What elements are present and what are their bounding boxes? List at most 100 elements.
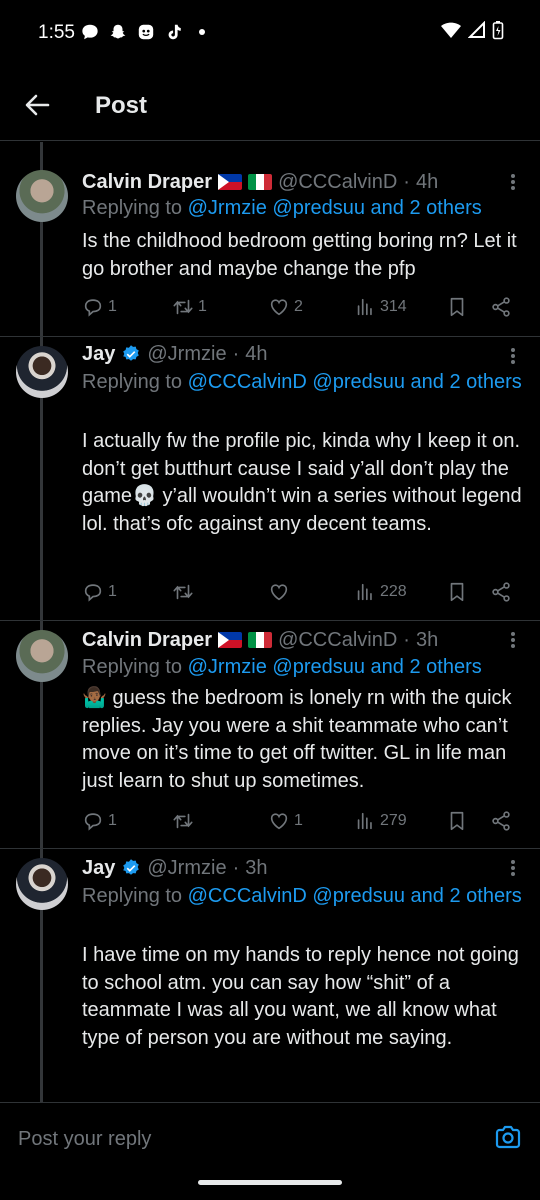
reply-icon — [84, 813, 102, 831]
flag-philippines-icon — [218, 174, 243, 190]
replying-to: Replying to @CCCalvinD @predsuu and 2 ot… — [82, 369, 522, 396]
views-icon — [357, 583, 372, 601]
status-bar: 1:55 — [0, 0, 540, 60]
views-button[interactable]: 228 — [354, 579, 407, 605]
bookmark-button[interactable] — [446, 808, 468, 834]
reply-button[interactable]: 1 — [82, 294, 117, 320]
view-count: 228 — [380, 583, 407, 600]
like-button[interactable]: 1 — [268, 808, 303, 834]
reply-count: 1 — [108, 812, 117, 829]
tweet-time[interactable]: 3h — [416, 628, 438, 652]
separator-dot: · — [403, 629, 410, 651]
tweet-time[interactable]: 4h — [416, 170, 438, 194]
bookmark-button[interactable] — [446, 579, 468, 605]
heart-icon — [270, 299, 288, 316]
mention-others-link[interactable]: and 2 others — [411, 371, 522, 393]
replying-to: Replying to @Jrmzie @predsuu and 2 other… — [82, 654, 522, 681]
repost-button[interactable]: 1 — [172, 294, 207, 320]
share-icon — [492, 811, 510, 831]
reply-tweet[interactable]: Calvin Draper @CCCalvinD · 3h Replying t… — [0, 620, 540, 849]
like-count: 1 — [294, 812, 303, 829]
view-count: 314 — [380, 298, 407, 315]
status-time: 1:55 — [38, 22, 75, 43]
repost-button[interactable] — [172, 579, 198, 605]
reply-icon — [84, 584, 102, 602]
author-row: Jay @Jrmzie · 3h — [82, 856, 268, 880]
reply-tweet[interactable]: Jay @Jrmzie · 4h Replying to @CCCalvinD … — [0, 336, 540, 621]
home-gesture-bar[interactable] — [198, 1180, 342, 1185]
bookmark-button[interactable] — [446, 294, 468, 320]
replying-to-label: Replying to — [82, 885, 183, 907]
reply-button[interactable]: 1 — [82, 579, 117, 605]
mention-others-link[interactable]: and 2 others — [411, 885, 522, 907]
separator-dot: · — [403, 171, 410, 193]
mention-link[interactable]: @CCCalvinD — [188, 885, 307, 907]
bookmark-icon — [450, 582, 464, 602]
author-name[interactable]: Jay — [82, 856, 115, 880]
author-handle[interactable]: @CCCalvinD — [278, 628, 397, 652]
more-options-icon[interactable] — [508, 172, 518, 192]
author-row: Calvin Draper @CCCalvinD · 3h — [82, 628, 438, 652]
mention-link[interactable]: @CCCalvinD — [188, 371, 307, 393]
replying-to-label: Replying to — [82, 197, 183, 219]
avatar[interactable] — [16, 630, 68, 682]
mention-link[interactable]: @predsuu — [272, 656, 365, 678]
repost-count: 1 — [198, 298, 207, 315]
mention-link[interactable]: @predsuu — [272, 197, 365, 219]
view-count: 279 — [380, 812, 407, 829]
replying-to: Replying to @Jrmzie @predsuu and 2 other… — [82, 195, 522, 222]
separator-dot: · — [232, 857, 240, 879]
author-row: Jay @Jrmzie · 4h — [82, 342, 268, 366]
camera-icon[interactable] — [494, 1123, 522, 1151]
mention-link[interactable]: @Jrmzie — [188, 197, 267, 219]
flag-philippines-icon — [218, 632, 243, 648]
tweet-actions: 1 228 — [82, 579, 522, 605]
back-arrow-icon[interactable] — [22, 90, 52, 120]
bookmark-icon — [450, 297, 464, 317]
tweet-time[interactable]: 4h — [245, 342, 267, 366]
reply-input[interactable] — [16, 1123, 420, 1155]
more-options-icon[interactable] — [508, 858, 518, 878]
repost-button[interactable] — [172, 808, 198, 834]
avatar[interactable] — [16, 170, 68, 222]
reply-tweet[interactable]: Jay @Jrmzie · 3h Replying to @CCCalvinD … — [0, 848, 540, 1102]
more-options-icon[interactable] — [508, 630, 518, 650]
mention-link[interactable]: @Jrmzie — [188, 656, 267, 678]
avatar[interactable] — [16, 858, 68, 910]
more-options-icon[interactable] — [508, 346, 518, 366]
reply-tweet[interactable]: Calvin Draper @CCCalvinD · 4h Replying t… — [0, 142, 540, 337]
mention-link[interactable]: @predsuu — [312, 885, 405, 907]
mention-link[interactable]: @predsuu — [312, 371, 405, 393]
reply-button[interactable]: 1 — [82, 808, 117, 834]
avatar[interactable] — [16, 346, 68, 398]
author-name[interactable]: Jay — [82, 342, 115, 366]
like-count: 2 — [294, 298, 303, 315]
like-button[interactable] — [268, 579, 294, 605]
author-row: Calvin Draper @CCCalvinD · 4h — [82, 170, 438, 194]
share-icon — [492, 582, 510, 602]
mention-others-link[interactable]: and 2 others — [371, 656, 482, 678]
mention-others-link[interactable]: and 2 others — [371, 197, 482, 219]
author-name[interactable]: Calvin Draper — [82, 170, 212, 194]
reply-icon — [84, 299, 102, 317]
share-button[interactable] — [490, 579, 512, 605]
replying-to-label: Replying to — [82, 656, 183, 678]
author-name[interactable]: Calvin Draper — [82, 628, 212, 652]
author-handle[interactable]: @CCCalvinD — [278, 170, 397, 194]
views-button[interactable]: 279 — [354, 808, 407, 834]
tweet-text: I have time on my hands to reply hence n… — [82, 944, 519, 1049]
tweet-text: I actually fw the profile pic, kinda why… — [82, 430, 522, 535]
share-button[interactable] — [490, 808, 512, 834]
separator-dot: · — [232, 343, 240, 365]
heart-icon — [270, 584, 288, 601]
views-button[interactable]: 314 — [354, 294, 407, 320]
author-handle[interactable]: @Jrmzie — [147, 342, 226, 366]
ghost-app-icon — [136, 22, 156, 42]
share-button[interactable] — [490, 294, 512, 320]
like-button[interactable]: 2 — [268, 294, 303, 320]
replying-to: Replying to @CCCalvinD @predsuu and 2 ot… — [82, 883, 522, 910]
notification-icons — [80, 22, 212, 42]
author-handle[interactable]: @Jrmzie — [147, 856, 226, 880]
tweet-time[interactable]: 3h — [245, 856, 267, 880]
snapchat-icon — [108, 22, 128, 42]
